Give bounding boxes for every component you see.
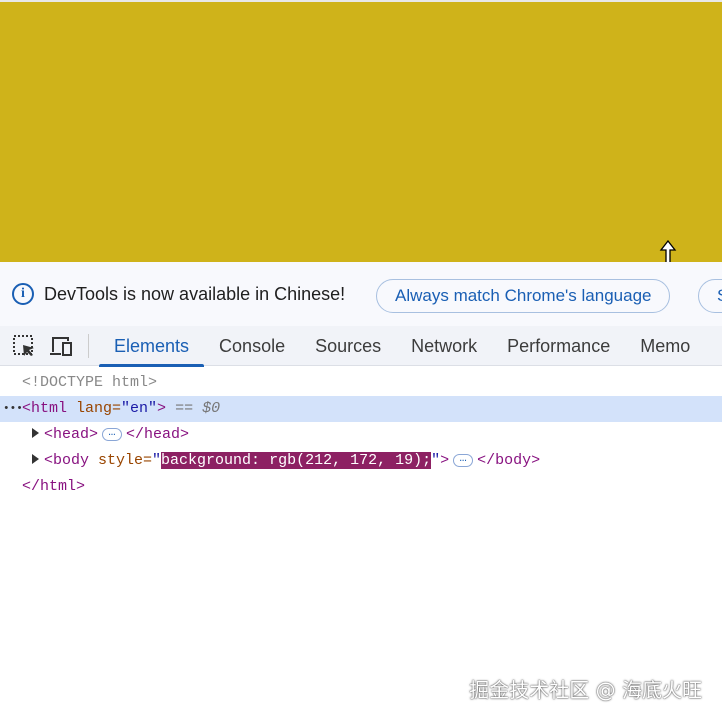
tab-console[interactable]: Console [204, 326, 300, 366]
expand-triangle-icon[interactable] [32, 454, 39, 464]
match-language-button[interactable]: Always match Chrome's language [376, 279, 671, 313]
tab-elements[interactable]: Elements [99, 326, 205, 367]
dom-tree: <!DOCTYPE html> ••• <html lang="en"> == … [0, 370, 722, 500]
inspect-element-icon[interactable] [11, 333, 37, 359]
head-node[interactable]: <head>… </head> [0, 422, 722, 448]
html-close-node[interactable]: </html> [0, 474, 722, 500]
style-value-editing[interactable]: background: rgb(212, 172, 19); [161, 452, 432, 469]
page-viewport [0, 0, 722, 262]
infobar-message: DevTools is now available in Chinese! [44, 283, 346, 304]
device-toolbar-icon[interactable] [48, 333, 74, 359]
tab-memory[interactable]: Memo [625, 326, 705, 366]
devtools-tabbar: Elements Console Sources Network Perform… [0, 326, 722, 367]
tab-sources[interactable]: Sources [300, 326, 396, 366]
expand-triangle-icon[interactable] [32, 428, 39, 438]
ellipsis-button[interactable]: … [453, 452, 474, 467]
watermark: 掘金技术社区 @ 海底火旺 [469, 678, 702, 702]
tab-network[interactable]: Network [396, 326, 492, 366]
divider [88, 333, 89, 358]
tab-performance[interactable]: Performance [492, 326, 625, 366]
body-node[interactable]: <body style="background: rgb(212, 172, 1… [0, 448, 722, 474]
info-icon: i [12, 283, 34, 305]
doctype-node[interactable]: <!DOCTYPE html> [0, 370, 722, 396]
ellipsis-button[interactable]: … [102, 426, 123, 441]
more-actions-icon[interactable]: ••• [3, 396, 23, 422]
html-node[interactable]: ••• <html lang="en"> == $0 [0, 396, 722, 422]
